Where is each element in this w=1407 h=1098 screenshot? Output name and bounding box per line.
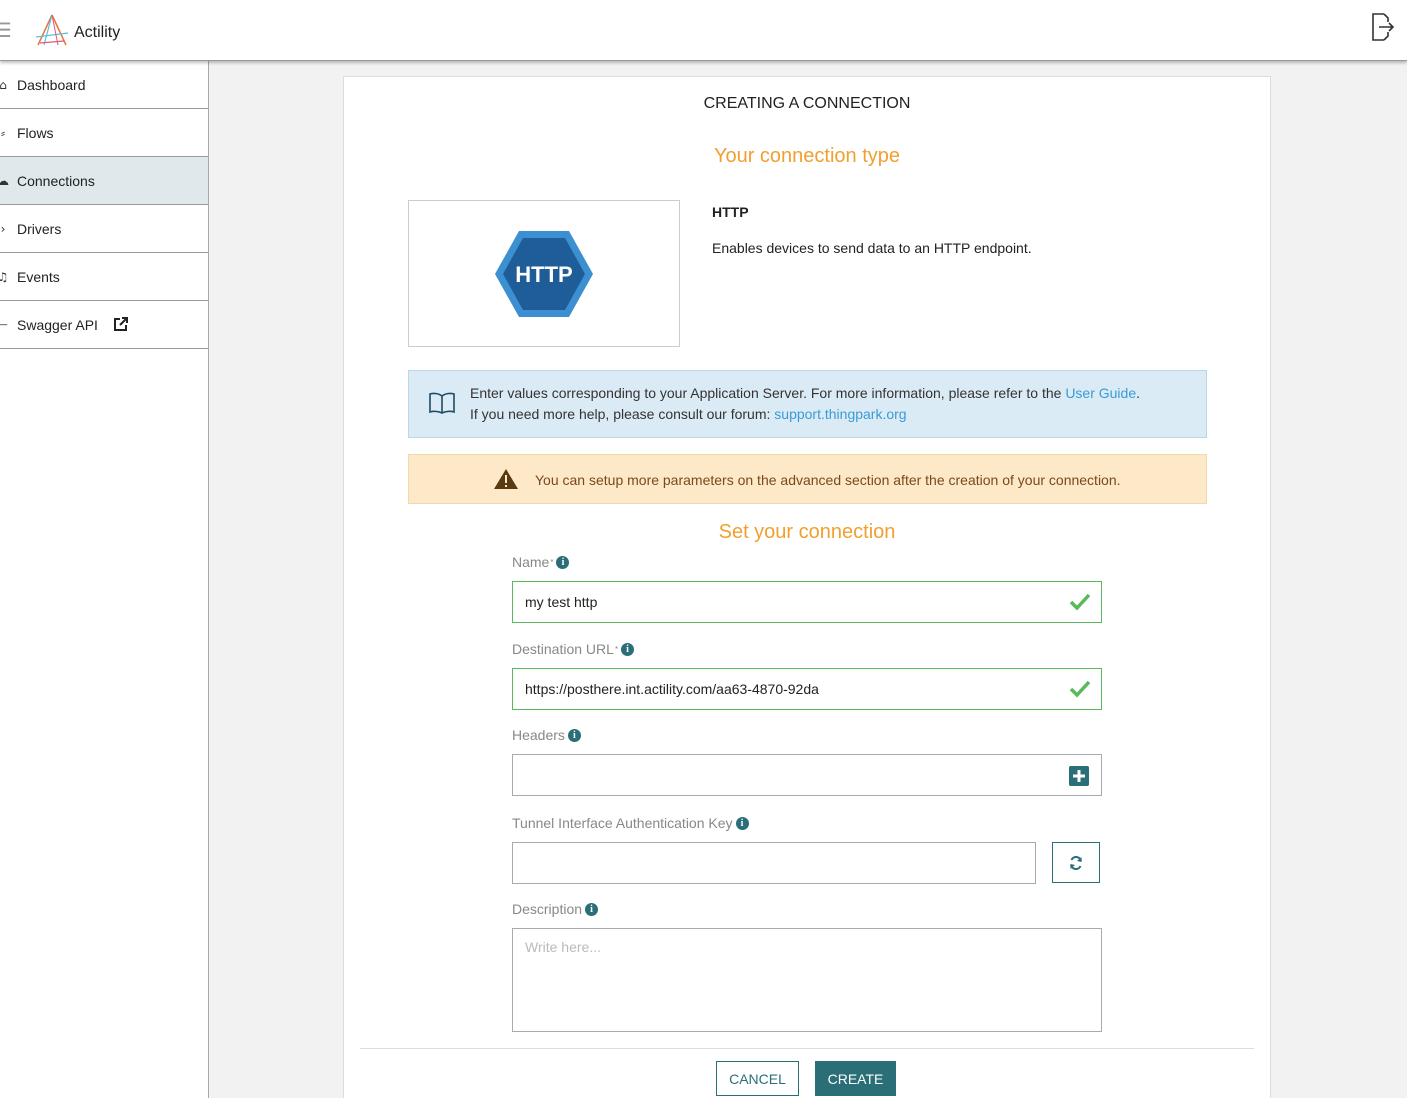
info-icon[interactable]: i: [567, 728, 581, 742]
destination-url-label: Destination URL * i: [512, 641, 635, 657]
warning-icon: [494, 469, 518, 489]
name-input-value: my test http: [525, 594, 598, 610]
actility-logo-icon: [35, 14, 69, 46]
brand-name: Actility: [74, 24, 121, 41]
divider: [360, 1048, 1254, 1049]
check-icon: [1069, 593, 1091, 611]
url-label-text: Destination URL: [512, 641, 614, 657]
external-link-icon[interactable]: [114, 317, 128, 331]
tunnel-key-label: Tunnel Interface Authentication Key i: [512, 815, 749, 831]
description-placeholder: Write here...: [525, 939, 601, 955]
cloud-icon: ☁: [0, 173, 9, 188]
destination-url-input[interactable]: https://posthere.int.actility.com/aa63-4…: [512, 668, 1102, 710]
user-guide-link[interactable]: User Guide: [1065, 385, 1136, 401]
connection-type-description: Enables devices to send data to an HTTP …: [712, 240, 1032, 256]
info-line-2: If you need more help, please consult ou…: [470, 406, 907, 422]
sidebar-item-label: Drivers: [17, 220, 62, 237]
warning-banner: You can setup more parameters on the adv…: [408, 454, 1207, 504]
page-title: CREATING A CONNECTION: [703, 95, 911, 112]
sidebar-item-label: Flows: [17, 124, 54, 141]
hamburger-menu-icon[interactable]: ☰: [0, 20, 12, 40]
sidebar-item-swagger-api[interactable]: ⊢ Swagger API: [0, 301, 208, 349]
tunnel-key-input[interactable]: [512, 842, 1036, 884]
headers-label: Headers i: [512, 727, 581, 743]
sidebar-item-connections[interactable]: ☁ Connections: [0, 157, 208, 205]
info-icon[interactable]: i: [585, 902, 599, 916]
connection-type-logo-box: HTTP: [408, 200, 680, 347]
sidebar: ⌂ Dashboard ⸗ Flows ☁ Connections › Driv…: [0, 61, 209, 1098]
tunnel-key-label-text: Tunnel Interface Authentication Key: [512, 815, 733, 831]
name-input[interactable]: my test http: [512, 581, 1102, 623]
bell-icon: ♫: [0, 269, 9, 284]
check-icon: [1069, 680, 1091, 698]
forum-link[interactable]: support.thingpark.org: [774, 406, 906, 422]
sidebar-item-events[interactable]: ♫ Events: [0, 253, 208, 301]
required-mark: *: [614, 644, 619, 654]
info-text: If you need more help, please consult ou…: [470, 406, 775, 422]
refresh-icon: [1070, 855, 1082, 870]
name-label: Name * i: [512, 554, 570, 570]
description-label-text: Description: [512, 901, 583, 917]
add-header-icon[interactable]: [1069, 766, 1089, 786]
connection-type-title: Your connection type: [713, 145, 901, 167]
sidebar-item-drivers[interactable]: › Drivers: [0, 205, 208, 253]
name-label-text: Name: [512, 554, 550, 570]
http-logo-icon: HTTP: [495, 231, 593, 317]
http-logo-text: HTTP: [515, 262, 572, 287]
create-button[interactable]: CREATE: [815, 1061, 896, 1096]
description-textarea[interactable]: Write here...: [512, 928, 1102, 1032]
info-banner: Enter values corresponding to your Appli…: [408, 370, 1207, 438]
logout-icon[interactable]: [1370, 12, 1394, 42]
generate-key-button[interactable]: [1052, 842, 1100, 883]
sidebar-item-dashboard[interactable]: ⌂ Dashboard: [0, 61, 208, 109]
info-text: Enter values corresponding to your Appli…: [470, 385, 1066, 401]
url-input-value: https://posthere.int.actility.com/aa63-4…: [525, 681, 819, 697]
info-icon[interactable]: i: [556, 555, 570, 569]
set-connection-title: Set your connection: [718, 521, 896, 543]
headers-input[interactable]: [512, 754, 1102, 796]
sidebar-item-label: Swagger API: [17, 316, 98, 333]
book-icon: [429, 392, 455, 414]
create-connection-card: CREATING A CONNECTION Your connection ty…: [343, 76, 1271, 1098]
info-icon[interactable]: i: [621, 642, 635, 656]
sidebar-item-label: Dashboard: [17, 76, 86, 93]
sidebar-item-flows[interactable]: ⸗ Flows: [0, 109, 208, 157]
api-icon: ⊢: [0, 317, 9, 332]
info-line-1: Enter values corresponding to your Appli…: [470, 385, 1140, 401]
flow-icon: ⸗: [1, 125, 5, 140]
sidebar-item-label: Events: [17, 268, 60, 285]
info-text-end: .: [1136, 385, 1141, 401]
top-bar: ☰ Actility: [0, 0, 1407, 61]
warning-text: You can setup more parameters on the adv…: [535, 472, 1121, 488]
cancel-button[interactable]: CANCEL: [716, 1061, 799, 1096]
chevron-right-icon: ›: [0, 221, 6, 236]
required-mark: *: [550, 557, 554, 567]
connection-type-name: HTTP: [712, 204, 749, 220]
sidebar-item-label: Connections: [17, 172, 95, 189]
headers-label-text: Headers: [512, 727, 565, 743]
home-icon: ⌂: [0, 77, 7, 92]
info-icon[interactable]: i: [735, 816, 749, 830]
description-label: Description i: [512, 901, 599, 917]
